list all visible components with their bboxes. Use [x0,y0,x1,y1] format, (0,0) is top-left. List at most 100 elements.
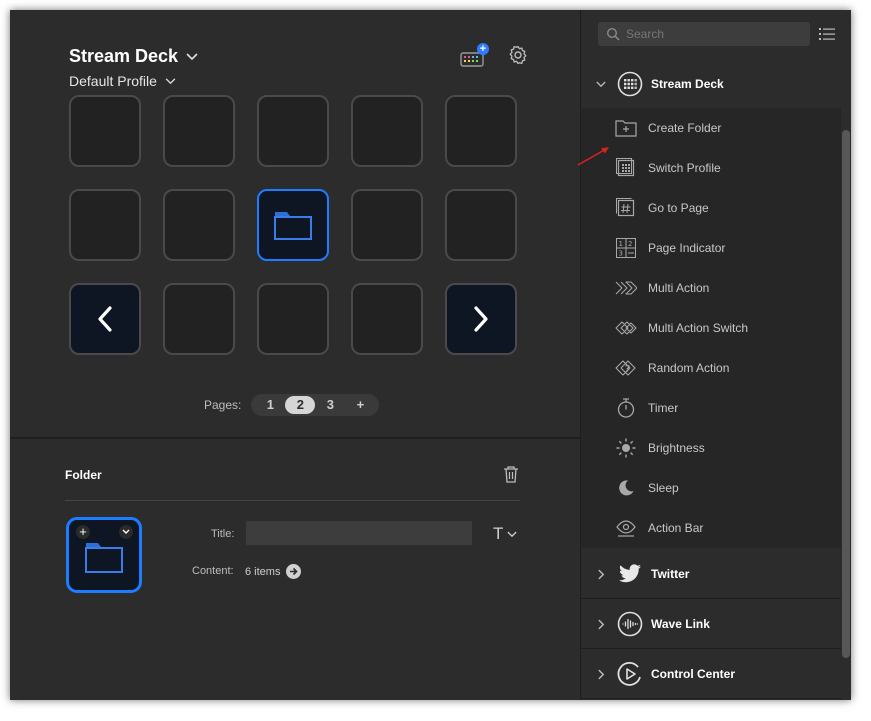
actions-sidebar: Stream Deck Create Folder Switch Profile… [580,10,851,700]
action-label: Multi Action Switch [648,321,749,335]
key-slot[interactable] [445,95,517,167]
title-input[interactable] [246,521,472,545]
action-random-action[interactable]: ? Random Action [581,348,841,388]
category-wave-link[interactable]: Wave Link [581,600,841,649]
page-navigator: Pages: 1 2 3 + [204,394,380,416]
key-slot[interactable] [163,189,235,261]
chevron-right-icon [447,285,515,353]
page-button-2[interactable]: 2 [285,396,316,414]
chevron-down-icon [186,52,198,61]
category-name: Control Center [651,667,735,681]
add-page-button[interactable]: + [345,396,375,414]
action-multi-action[interactable]: Multi Action [581,268,841,308]
add-image-icon[interactable]: + [76,525,90,539]
panel-divider [10,437,580,439]
sleep-icon [614,476,638,500]
key-slot[interactable] [445,189,517,261]
wave-link-icon [617,611,643,637]
multi-action-switch-icon [614,316,638,340]
text-format-icon: T [493,524,504,543]
multi-action-icon [614,276,638,300]
create-folder-icon [614,116,638,140]
key-slot[interactable] [163,95,235,167]
content-count: 6 items [245,565,281,578]
action-switch-profile[interactable]: Switch Profile [581,148,841,188]
list-view-icon[interactable] [819,27,835,46]
key-slot[interactable] [69,95,141,167]
content-label: Content: [192,565,234,577]
random-action-icon: ? [614,356,638,380]
action-go-to-page[interactable]: Go to Page [581,188,841,228]
action-label: Timer [648,401,679,415]
search-box[interactable] [598,22,810,46]
action-label: Sleep [648,481,679,495]
chevron-left-icon [71,285,139,353]
brightness-icon [614,436,638,460]
key-slot[interactable] [163,283,235,355]
category-stream-deck[interactable]: Stream Deck [581,60,841,109]
action-timer[interactable]: Timer [581,388,841,428]
chevron-down-icon [593,81,609,88]
profile-selector[interactable]: Default Profile [69,73,176,89]
chevron-right-icon [593,669,609,680]
svg-text:3: 3 [619,250,623,258]
next-key[interactable] [445,283,517,355]
key-preview[interactable]: + [66,517,142,593]
add-badge-icon: + [477,42,489,55]
action-page-indicator[interactable]: 123 Page Indicator [581,228,841,268]
category-name: Stream Deck [651,77,724,91]
chevron-right-icon [593,569,609,580]
folder-icon [83,539,125,580]
action-label: Go to Page [648,201,709,215]
page-button-1[interactable]: 1 [255,396,285,414]
svg-text:?: ? [625,365,630,375]
pages-label: Pages: [204,398,242,412]
annotation-arrow-icon [576,143,616,172]
timer-icon [614,396,638,420]
gear-icon[interactable] [508,45,528,70]
device-name: Stream Deck [69,46,179,66]
category-name: Twitter [651,567,690,581]
action-label: Brightness [648,441,705,455]
store-keyboard-icon[interactable]: + [460,42,489,69]
canvas-area: Stream Deck Default Profile + Pages: 1 2… [10,10,580,700]
go-to-page-icon [614,196,638,220]
chevron-right-icon [593,619,609,630]
folder-key-selected[interactable] [257,189,329,261]
key-slot[interactable] [257,283,329,355]
action-label: Switch Profile [648,161,721,175]
action-brightness[interactable]: Brightness [581,428,841,468]
action-multi-action-switch[interactable]: Multi Action Switch [581,308,841,348]
action-label: Multi Action [648,281,710,295]
profile-name: Default Profile [69,73,157,89]
key-slot[interactable] [351,283,423,355]
scrollbar-thumb[interactable] [842,130,850,658]
key-slot[interactable] [351,95,423,167]
title-label: Title: [211,528,235,540]
app-window: Stream Deck Default Profile + Pages: 1 2… [10,10,851,700]
action-label: Action Bar [648,521,704,535]
device-selector[interactable]: Stream Deck [69,46,198,67]
key-slot[interactable] [351,189,423,261]
back-key[interactable] [69,283,141,355]
action-action-bar[interactable]: Action Bar [581,508,841,548]
chevron-down-icon[interactable] [119,525,133,539]
category-name: Wave Link [651,617,710,631]
svg-text:1: 1 [619,240,623,248]
page-button-3[interactable]: 3 [315,396,345,414]
page-indicator-icon: 123 [614,236,638,260]
category-twitter[interactable]: Twitter [581,550,841,599]
action-create-folder[interactable]: Create Folder [581,108,841,148]
svg-text:2: 2 [628,240,632,248]
search-input[interactable] [624,26,808,42]
category-control-center[interactable]: Control Center [581,650,841,699]
key-slot[interactable] [257,95,329,167]
text-format-button[interactable]: T [493,524,518,544]
key-slot[interactable] [69,189,141,261]
action-bar-icon [614,516,638,540]
twitter-icon [617,561,643,587]
action-sleep[interactable]: Sleep [581,468,841,508]
trash-icon[interactable] [503,465,519,488]
open-folder-arrow-icon[interactable] [286,564,302,579]
action-label: Random Action [648,361,730,375]
